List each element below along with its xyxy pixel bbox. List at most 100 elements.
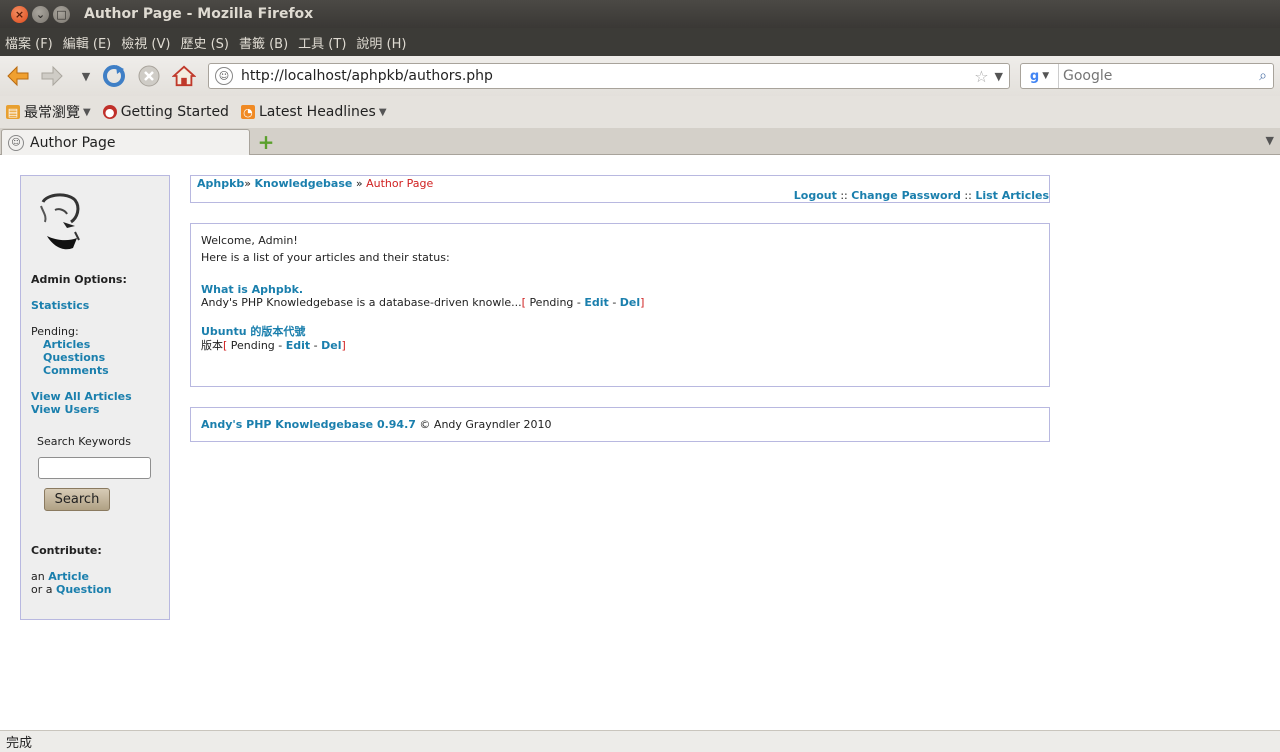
breadcrumb-box: Aphpkb» Knowledgebase » Author Page Logo…: [190, 175, 1050, 203]
list-articles-link[interactable]: List Articles: [975, 189, 1049, 202]
url-text[interactable]: http://localhost/aphpkb/authors.php: [241, 68, 974, 84]
stop-icon[interactable]: [137, 64, 161, 88]
tab-strip: ☺ Author Page + ▼: [0, 128, 1280, 155]
bookmark-latest-headlines[interactable]: ◔ Latest Headlines ▼: [240, 104, 387, 120]
history-dropdown-icon[interactable]: ▼: [74, 64, 98, 88]
rss-icon: ◔: [240, 105, 255, 119]
change-password-link[interactable]: Change Password: [851, 189, 961, 202]
articles-box: Welcome, Admin! Here is a list of your a…: [190, 223, 1050, 387]
pending-articles-link[interactable]: Articles: [43, 338, 90, 351]
copyright-text: © Andy Grayndler 2010: [419, 418, 552, 431]
bookmark-label: Latest Headlines: [258, 104, 376, 120]
contribute-question-line: or a Question: [31, 583, 112, 596]
bracket-close: ]: [640, 296, 645, 309]
welcome-text: Welcome, Admin!: [201, 234, 298, 247]
article-row: 版本[ Pending - Edit - Del]: [201, 337, 346, 353]
window-close-icon[interactable]: ×: [11, 5, 28, 23]
menubar: 檔案 (F) 編輯 (E) 檢視 (V) 歷史 (S) 書籤 (B) 工具 (T…: [0, 28, 1280, 56]
statistics-link[interactable]: Statistics: [31, 299, 89, 312]
article-delete-link[interactable]: Del: [321, 339, 341, 352]
article-row: Andy's PHP Knowledgebase is a database-d…: [201, 296, 644, 309]
menu-edit[interactable]: 編輯 (E): [63, 33, 112, 52]
product-link[interactable]: Andy's PHP Knowledgebase 0.94.7: [201, 418, 416, 431]
bookmark-getting-started[interactable]: ● Getting Started: [102, 104, 229, 120]
breadcrumb-knowledgebase-link[interactable]: Knowledgebase: [255, 177, 353, 190]
new-tab-plus-icon[interactable]: +: [256, 132, 276, 152]
view-users-link[interactable]: View Users: [31, 403, 99, 416]
chevron-down-icon: ▼: [83, 106, 91, 118]
bookmark-label: 最常瀏覽: [24, 105, 80, 121]
bracket-close: ]: [341, 339, 346, 352]
menu-bookmarks[interactable]: 書籤 (B): [239, 33, 288, 52]
firefox-icon: ●: [102, 105, 117, 119]
google-engine-icon[interactable]: g ▼: [1021, 64, 1059, 88]
page-content: Admin Options: Statistics Pending: Artic…: [0, 155, 1280, 730]
article-status: Pending -: [529, 296, 581, 309]
status-text: 完成: [6, 736, 33, 751]
article-title-link[interactable]: What is Aphpbk.: [201, 283, 303, 296]
dash: -: [612, 296, 617, 309]
article-excerpt: Andy's PHP Knowledgebase is a database-d…: [201, 296, 522, 309]
menu-help[interactable]: 說明 (H): [356, 33, 406, 52]
breadcrumb-separator: »: [244, 177, 252, 190]
window-titlebar: × ⌄ □ Author Page - Mozilla Firefox: [0, 0, 1280, 28]
window-minimize-icon[interactable]: ⌄: [32, 5, 49, 23]
back-icon[interactable]: [6, 64, 30, 88]
article-edit-link[interactable]: Edit: [584, 296, 608, 309]
site-favicon-icon: ☺: [215, 67, 233, 85]
breadcrumb-current: Author Page: [366, 177, 434, 190]
intro-text: Here is a list of your articles and thei…: [201, 251, 450, 264]
contribute-article-link[interactable]: Article: [48, 570, 89, 583]
breadcrumb-aphpkb-link[interactable]: Aphpkb: [197, 177, 244, 190]
magnifier-icon[interactable]: ⌕: [1253, 68, 1273, 84]
forward-icon[interactable]: [40, 64, 64, 88]
tab-list-chevron-icon[interactable]: ▼: [1266, 134, 1274, 147]
contribute-heading: Contribute:: [31, 544, 102, 557]
menu-view[interactable]: 檢視 (V): [121, 33, 170, 52]
breadcrumb-separator: »: [355, 177, 363, 190]
bracket-open: [: [521, 296, 526, 309]
search-button[interactable]: Search: [44, 488, 110, 511]
account-links: Logout :: Change Password :: List Articl…: [794, 189, 1049, 202]
tab-author-page[interactable]: ☺ Author Page: [1, 129, 250, 155]
author-avatar: [40, 193, 80, 250]
footer-box: Andy's PHP Knowledgebase 0.94.7 © Andy G…: [190, 407, 1050, 442]
link-separator: ::: [964, 189, 972, 202]
search-keywords-label: Search Keywords: [37, 435, 131, 448]
or-a-text: or a: [31, 583, 53, 596]
menu-history[interactable]: 歷史 (S): [180, 33, 229, 52]
reload-icon[interactable]: [102, 64, 126, 88]
url-dropdown-icon[interactable]: ▼: [995, 70, 1003, 83]
contribute-question-link[interactable]: Question: [56, 583, 112, 596]
window-maximize-icon[interactable]: □: [53, 5, 70, 23]
pending-questions-link[interactable]: Questions: [43, 351, 105, 364]
navigation-toolbar: ▼ ☺ http://localhost/aphpkb/authors.php …: [0, 56, 1280, 96]
dash: -: [313, 339, 318, 352]
status-bar: 完成: [0, 730, 1280, 752]
web-search-input[interactable]: [1059, 65, 1253, 87]
menu-file[interactable]: 檔案 (F): [5, 33, 53, 52]
article-delete-link[interactable]: Del: [620, 296, 640, 309]
article-edit-link[interactable]: Edit: [286, 339, 310, 352]
bookmark-most-visited[interactable]: ▤ 最常瀏覽 ▼: [6, 102, 91, 122]
pending-comments-link[interactable]: Comments: [43, 364, 109, 377]
search-bar[interactable]: g▼ ⌕: [1020, 63, 1274, 89]
view-all-articles-link[interactable]: View All Articles: [31, 390, 132, 403]
link-separator: ::: [840, 189, 848, 202]
breadcrumb: Aphpkb» Knowledgebase » Author Page: [197, 177, 433, 190]
admin-options-heading: Admin Options:: [31, 273, 127, 286]
chevron-down-icon: ▼: [378, 106, 387, 118]
menu-tools[interactable]: 工具 (T): [298, 33, 346, 52]
window-title: Author Page - Mozilla Firefox: [84, 6, 314, 22]
sidebar: Admin Options: Statistics Pending: Artic…: [20, 175, 170, 620]
article-status: Pending -: [230, 339, 283, 352]
bookmarks-toolbar: ▤ 最常瀏覽 ▼ ● Getting Started ◔ Latest Head…: [0, 96, 1280, 128]
logout-link[interactable]: Logout: [794, 189, 837, 202]
home-icon[interactable]: [172, 64, 196, 88]
footer-text: Andy's PHP Knowledgebase 0.94.7 © Andy G…: [201, 418, 552, 431]
url-bar[interactable]: ☺ http://localhost/aphpkb/authors.php ☆ …: [208, 63, 1010, 89]
contribute-article-line: an Article: [31, 570, 89, 583]
bookmark-star-icon[interactable]: ☆: [974, 67, 988, 86]
keyword-search-input[interactable]: [38, 457, 151, 479]
article-excerpt: 版本: [201, 339, 223, 352]
